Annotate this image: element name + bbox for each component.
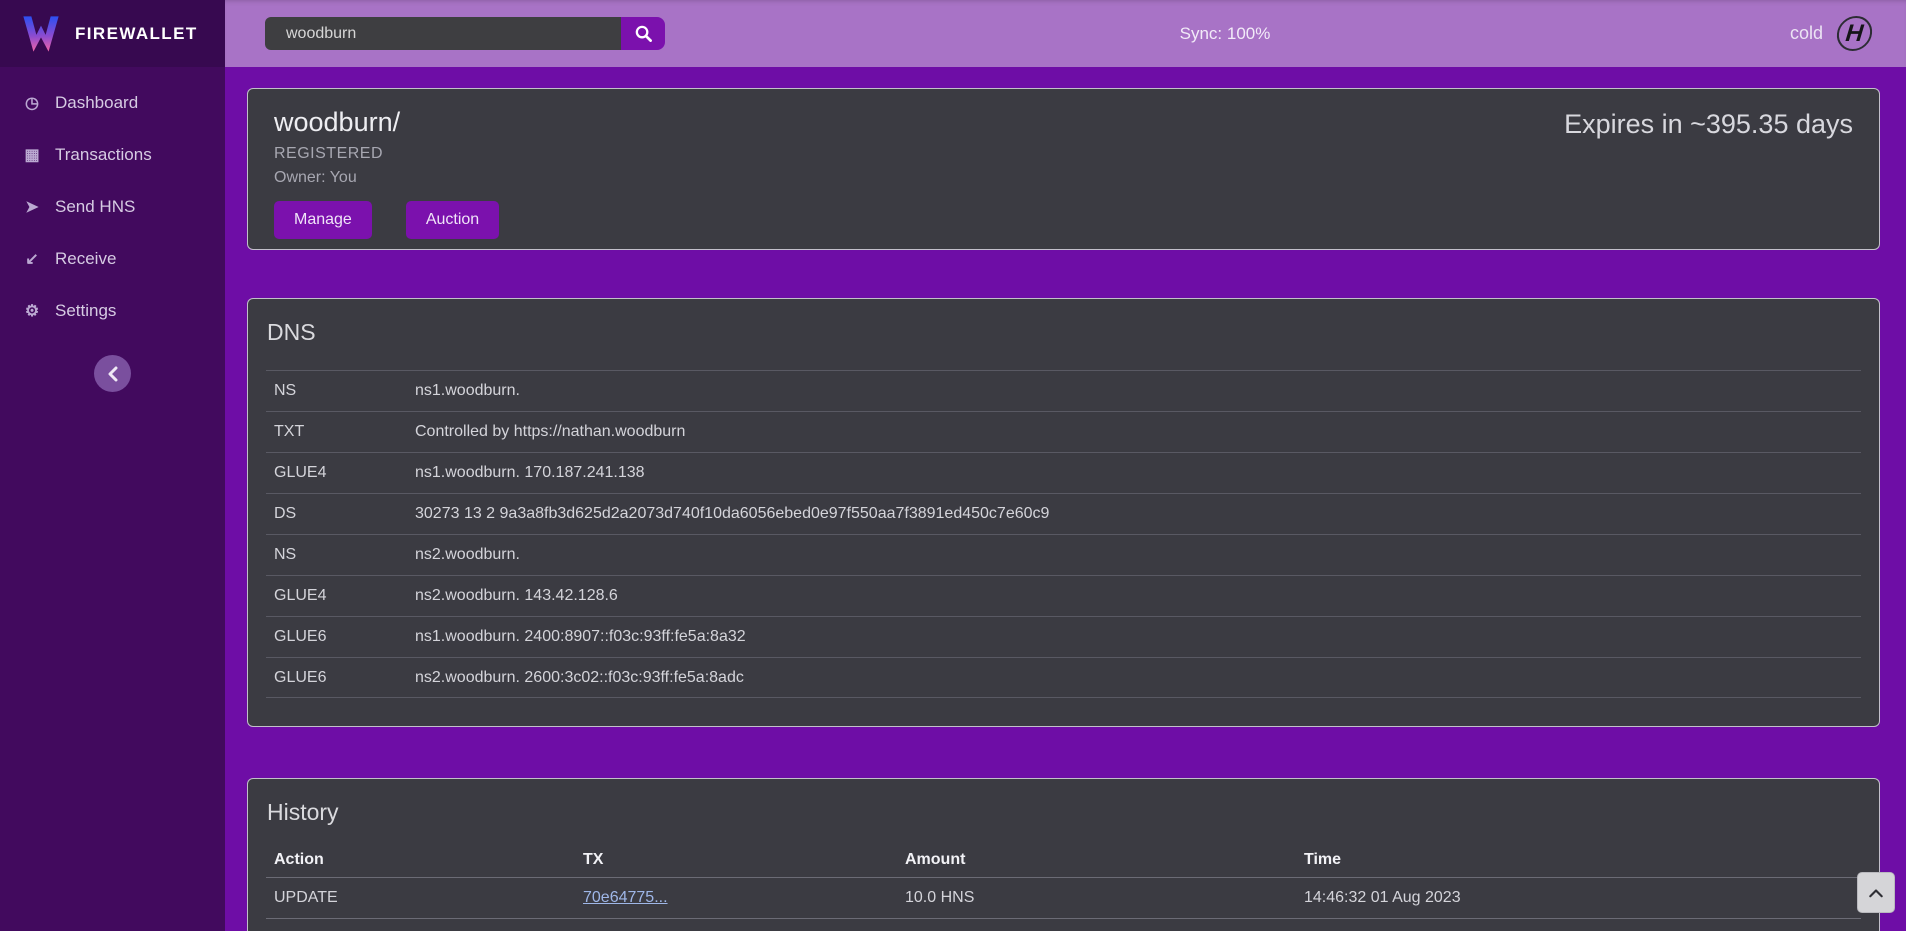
dns-record-type: GLUE4 — [266, 587, 415, 605]
sidebar-item-label: Send HNS — [55, 197, 135, 217]
search-bar — [265, 17, 665, 50]
dns-record-value: ns1.woodburn. 170.187.241.138 — [415, 464, 1861, 482]
sidebar-nav: ◷ Dashboard ▦ Transactions ➤ Send HNS ↙ Receive… — [0, 67, 225, 337]
settings-icon: ⚙ — [21, 301, 43, 321]
sidebar-collapse-button[interactable] — [94, 355, 131, 392]
dns-record-value: ns1.woodburn. 2400:8907::f03c:93ff:fe5a:… — [415, 628, 1861, 646]
domain-owner: Owner: You — [274, 169, 1853, 187]
auction-button[interactable]: Auction — [406, 201, 499, 239]
search-input[interactable] — [265, 17, 621, 50]
history-row: UPDATE70e64775... 10.0 HNS14:46:32 01 Aug… — [266, 878, 1861, 919]
sidebar-item-dashboard[interactable]: ◷ Dashboard — [0, 77, 225, 129]
brand: FIREWALLET — [0, 0, 225, 67]
dns-record-value: ns2.woodburn. 143.42.128.6 — [415, 587, 1861, 605]
sync-status: Sync: 100% — [1125, 24, 1325, 44]
dashboard-icon: ◷ — [21, 93, 43, 113]
domain-status: REGISTERED — [274, 145, 1853, 163]
dns-record-row: NSns2.woodburn. — [266, 534, 1861, 575]
dns-record-row: TXTControlled by https://nathan.woodburn — [266, 411, 1861, 452]
dns-record-type: GLUE6 — [266, 669, 415, 687]
search-button[interactable] — [621, 17, 665, 50]
history-action: UPDATE — [266, 889, 583, 907]
dns-record-type: GLUE6 — [266, 628, 415, 646]
history-title: History — [266, 799, 1861, 826]
domain-buttons: Manage Auction — [274, 201, 1853, 239]
firewallet-logo-icon — [20, 13, 62, 55]
dns-record-value: ns2.woodburn. — [415, 546, 1861, 564]
caret-up-icon — [1867, 887, 1885, 899]
sidebar: FIREWALLET ◷ Dashboard ▦ Transactions ➤ Send … — [0, 0, 225, 931]
dns-record-row: NSns1.woodburn. — [266, 370, 1861, 411]
dns-record-value: Controlled by https://nathan.woodburn — [415, 423, 1861, 441]
sidebar-item-send-hns[interactable]: ➤ Send HNS — [0, 181, 225, 233]
dns-record-type: TXT — [266, 423, 415, 441]
dns-card: DNS NSns1.woodburn.TXTControlled by http… — [247, 298, 1880, 727]
history-card: History ActionTXAmountTime UPDATE70e6477… — [247, 778, 1880, 931]
chevron-left-icon — [106, 365, 120, 383]
history-column-header: Time — [1304, 851, 1861, 869]
dns-table: NSns1.woodburn.TXTControlled by https://… — [266, 370, 1861, 698]
wallet-mode-label: cold — [1790, 23, 1823, 44]
dns-record-row: GLUE6ns2.woodburn. 2600:3c02::f03c:93ff:… — [266, 657, 1861, 698]
dns-title: DNS — [266, 319, 1861, 346]
expires-label: Expires in ~395.35 days — [1564, 109, 1853, 140]
receive-icon: ↙ — [21, 249, 43, 269]
sidebar-item-label: Settings — [55, 301, 116, 321]
sidebar-item-transactions[interactable]: ▦ Transactions — [0, 129, 225, 181]
sidebar-item-label: Dashboard — [55, 93, 138, 113]
transactions-icon: ▦ — [21, 145, 43, 165]
search-icon — [634, 24, 653, 43]
topbar: Sync: 100% cold H — [225, 0, 1906, 67]
brand-name: FIREWALLET — [75, 24, 198, 44]
history-row: RENEWd73e3af...10.0 HNS15:17:36 07 Jul 2… — [266, 919, 1861, 931]
sidebar-item-label: Receive — [55, 249, 116, 269]
dns-record-type: DS — [266, 505, 415, 523]
sidebar-item-settings[interactable]: ⚙ Settings — [0, 285, 225, 337]
dns-record-row: GLUE6ns1.woodburn. 2400:8907::f03c:93ff:… — [266, 616, 1861, 657]
dns-record-type: NS — [266, 382, 415, 400]
dns-record-value: ns2.woodburn. 2600:3c02::f03c:93ff:fe5a:… — [415, 669, 1861, 687]
manage-button[interactable]: Manage — [274, 201, 372, 239]
dns-record-type: GLUE4 — [266, 464, 415, 482]
handshake-wallet-icon: H — [1835, 16, 1874, 51]
dns-record-row: GLUE4ns2.woodburn. 143.42.128.6 — [266, 575, 1861, 616]
sidebar-item-receive[interactable]: ↙ Receive — [0, 233, 225, 285]
domain-card: woodburn/ REGISTERED Owner: You Manage A… — [247, 88, 1880, 250]
dns-record-value: ns1.woodburn. — [415, 382, 1861, 400]
history-column-header: Amount — [905, 851, 1304, 869]
sidebar-item-label: Transactions — [55, 145, 152, 165]
dns-record-row: DS30273 13 2 9a3a8fb3d625d2a2073d740f10d… — [266, 493, 1861, 534]
history-time: 14:46:32 01 Aug 2023 — [1304, 889, 1861, 907]
scroll-to-top-button[interactable] — [1857, 872, 1895, 913]
history-column-header: Action — [266, 851, 583, 869]
history-header-row: ActionTXAmountTime — [266, 842, 1861, 878]
send-icon: ➤ — [21, 197, 43, 217]
tx-link[interactable]: 70e64775... — [583, 889, 668, 906]
history-table: ActionTXAmountTime UPDATE70e64775... 10.0… — [266, 842, 1861, 931]
dns-record-type: NS — [266, 546, 415, 564]
history-column-header: TX — [583, 851, 905, 869]
dns-record-value: 30273 13 2 9a3a8fb3d625d2a2073d740f10da6… — [415, 505, 1861, 523]
wallet-selector[interactable]: cold H — [1790, 0, 1872, 67]
history-amount: 10.0 HNS — [905, 889, 1304, 907]
dns-record-row: GLUE4ns1.woodburn. 170.187.241.138 — [266, 452, 1861, 493]
